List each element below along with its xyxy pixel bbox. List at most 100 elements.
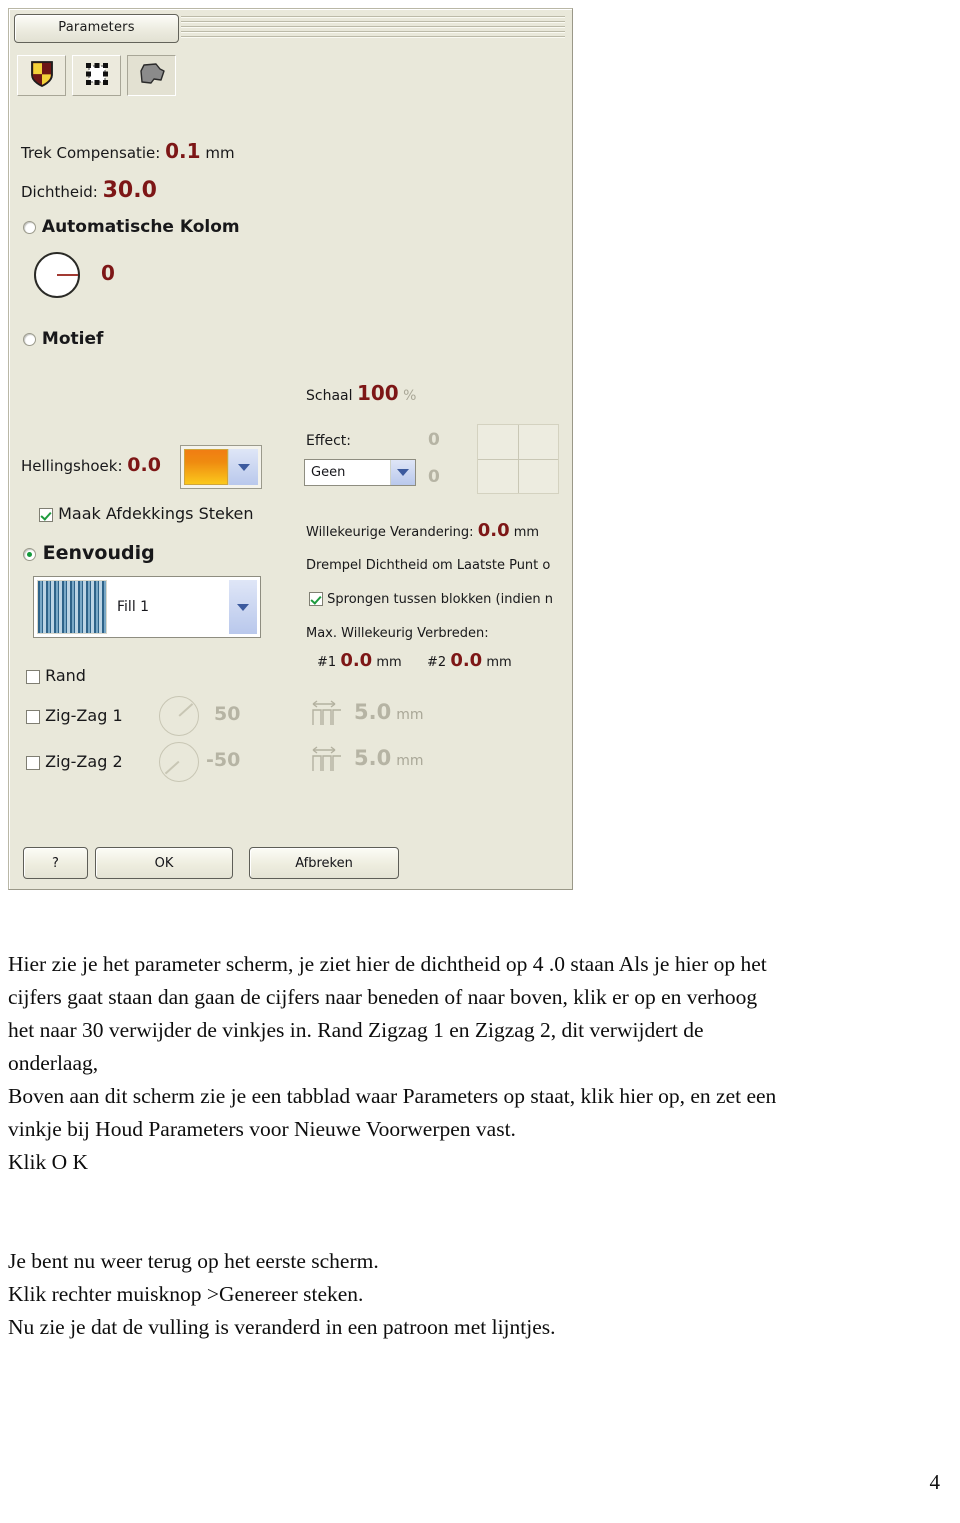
zigzag1-width-row: 5.0 mm (354, 700, 424, 724)
zigzag2-angle-dial (159, 742, 199, 782)
selection-box-tool-button[interactable] (72, 55, 121, 96)
schaal-row: Schaal 100 % (306, 381, 416, 405)
zigzag1-width-value: 5.0 (354, 700, 392, 724)
zigzag1-label: Zig-Zag 1 (45, 706, 123, 725)
max-1-unit: mm (376, 655, 402, 670)
zigzag2-width-row: 5.0 mm (354, 746, 424, 770)
fill-pattern-dropdown[interactable]: Fill 1 (33, 576, 261, 638)
effect-param-1: 0 (428, 430, 440, 450)
zigzag1-checkbox[interactable] (26, 710, 40, 724)
hellingshoek-row: Hellingshoek: 0.0 (21, 454, 161, 476)
checkbox-rand[interactable]: Rand (26, 666, 86, 685)
willekeurige-verandering-unit: mm (513, 525, 540, 540)
radio-automatische-kolom[interactable]: Automatische Kolom (23, 217, 240, 237)
max-2-value[interactable]: 0.0 (450, 650, 482, 671)
motief-radio[interactable] (23, 333, 36, 346)
automatische-kolom-label: Automatische Kolom (41, 217, 240, 237)
trek-compensatie-unit: mm (205, 144, 235, 162)
schaal-value[interactable]: 100 (357, 381, 399, 405)
shield-tool-button[interactable] (17, 55, 66, 96)
rand-checkbox[interactable] (26, 670, 40, 684)
trek-compensatie-label: Trek Compensatie: (21, 144, 161, 162)
willekeurige-verandering-label: Willekeurige Verandering: (306, 525, 474, 540)
zigzag2-width-value: 5.0 (354, 746, 392, 770)
para1-line1: Hier zie je het parameter scherm, je zie… (8, 952, 767, 976)
radio-eenvoudig[interactable]: Eenvoudig (23, 542, 155, 564)
eenvoudig-label: Eenvoudig (42, 542, 155, 564)
automatische-kolom-radio[interactable] (23, 221, 36, 234)
filled-shape-tool-button[interactable] (127, 55, 176, 96)
sprongen-checkbox[interactable] (309, 592, 323, 606)
dialog-toolbar (17, 55, 176, 96)
angle-dial-needle (57, 274, 78, 276)
max-1-value[interactable]: 0.0 (340, 650, 372, 671)
parameters-dialog: Parameters Trek Compensatie: 0.1 mm Dich… (8, 8, 573, 890)
zigzag1-width-unit: mm (396, 707, 424, 723)
checkbox-zigzag-2[interactable]: Zig-Zag 2 (26, 752, 123, 771)
zigzag1-width-icon (309, 699, 349, 729)
hellingshoek-value[interactable]: 0.0 (127, 454, 161, 476)
checkbox-zigzag-1[interactable]: Zig-Zag 1 (26, 706, 123, 725)
ok-button[interactable]: OK (95, 847, 233, 879)
schaal-label: Schaal (306, 388, 353, 404)
cancel-button[interactable]: Afbreken (249, 847, 399, 879)
zigzag2-dial-needle (165, 761, 180, 775)
sprongen-label: Sprongen tussen blokken (indien n (327, 592, 553, 607)
para1-line3: het naar 30 verwijder de vinkjes in. Ran… (8, 1018, 704, 1042)
selection-box-icon (84, 62, 110, 90)
tab-strip: Parameters (14, 14, 567, 44)
zigzag1-dial-needle (178, 703, 193, 717)
dichtheid-row: Dichtheid: 30.0 (21, 178, 157, 203)
zigzag2-width-icon (309, 745, 349, 775)
hellingshoek-label: Hellingshoek: (21, 457, 123, 475)
zigzag1-angle-value: 50 (214, 703, 241, 725)
angle-dial[interactable] (34, 252, 80, 298)
radio-motief[interactable]: Motief (23, 329, 103, 349)
fill-pattern-thumbnail (37, 580, 107, 634)
dichtheid-value[interactable]: 30.0 (103, 178, 157, 203)
effect-dropdown[interactable]: Geen (304, 459, 416, 486)
zigzag2-checkbox[interactable] (26, 756, 40, 770)
trek-compensatie-value[interactable]: 0.1 (165, 139, 200, 163)
checkbox-sprongen[interactable]: Sprongen tussen blokken (indien n (309, 592, 553, 607)
titlebar-grip-lines (181, 16, 565, 42)
dichtheid-label: Dichtheid: (21, 183, 98, 201)
zigzag2-angle-value: -50 (206, 749, 241, 771)
para3-line3: Nu zie je dat de vulling is veranderd in… (8, 1315, 556, 1339)
effect-label: Effect: (306, 433, 352, 449)
maak-afdekkings-steken-checkbox[interactable] (39, 508, 53, 522)
chevron-down-icon (397, 469, 409, 476)
effect-dropdown-arrow[interactable] (390, 460, 415, 485)
angle-dial-value[interactable]: 0 (101, 261, 115, 285)
fill-pattern-label: Fill 1 (117, 599, 150, 615)
motief-label: Motief (41, 329, 104, 349)
chevron-down-icon (237, 603, 249, 611)
filled-shape-icon (138, 62, 166, 90)
color-swatch[interactable] (184, 449, 228, 485)
color-swatch-dropdown[interactable] (180, 445, 262, 489)
help-button[interactable]: ? (23, 847, 88, 879)
para3-line1: Je bent nu weer terug op het eerste sche… (8, 1249, 379, 1273)
preview-vline (518, 425, 519, 493)
max-1-label: #1 (317, 655, 337, 670)
pattern-preview-box (477, 424, 559, 494)
max-2-label: #2 (427, 655, 447, 670)
max-willekeurig-label: Max. Willekeurig Verbreden: (306, 626, 489, 641)
para2-line2: vinkje bij Houd Parameters voor Nieuwe V… (8, 1117, 516, 1141)
zigzag1-angle-dial (159, 696, 199, 736)
instruction-text: Hier zie je het parameter scherm, je zie… (8, 948, 952, 1344)
rand-label: Rand (45, 666, 86, 685)
eenvoudig-radio[interactable] (23, 548, 36, 561)
para1-line2: cijfers gaat staan dan gaan de cijfers n… (8, 985, 758, 1009)
effect-value: Geen (311, 465, 346, 480)
color-dropdown-arrow[interactable] (228, 449, 258, 485)
trek-compensatie-row: Trek Compensatie: 0.1 mm (21, 139, 235, 163)
checkbox-maak-afdekkings-steken[interactable]: Maak Afdekkings Steken (39, 504, 254, 523)
willekeurige-verandering-value[interactable]: 0.0 (478, 520, 510, 541)
fill-dropdown-arrow[interactable] (229, 580, 257, 634)
para2-line1: Boven aan dit scherm zie je een tabblad … (8, 1084, 777, 1108)
tab-parameters[interactable]: Parameters (14, 14, 179, 43)
para3-line2: Klik rechter muisknop >Genereer steken. (8, 1282, 364, 1306)
